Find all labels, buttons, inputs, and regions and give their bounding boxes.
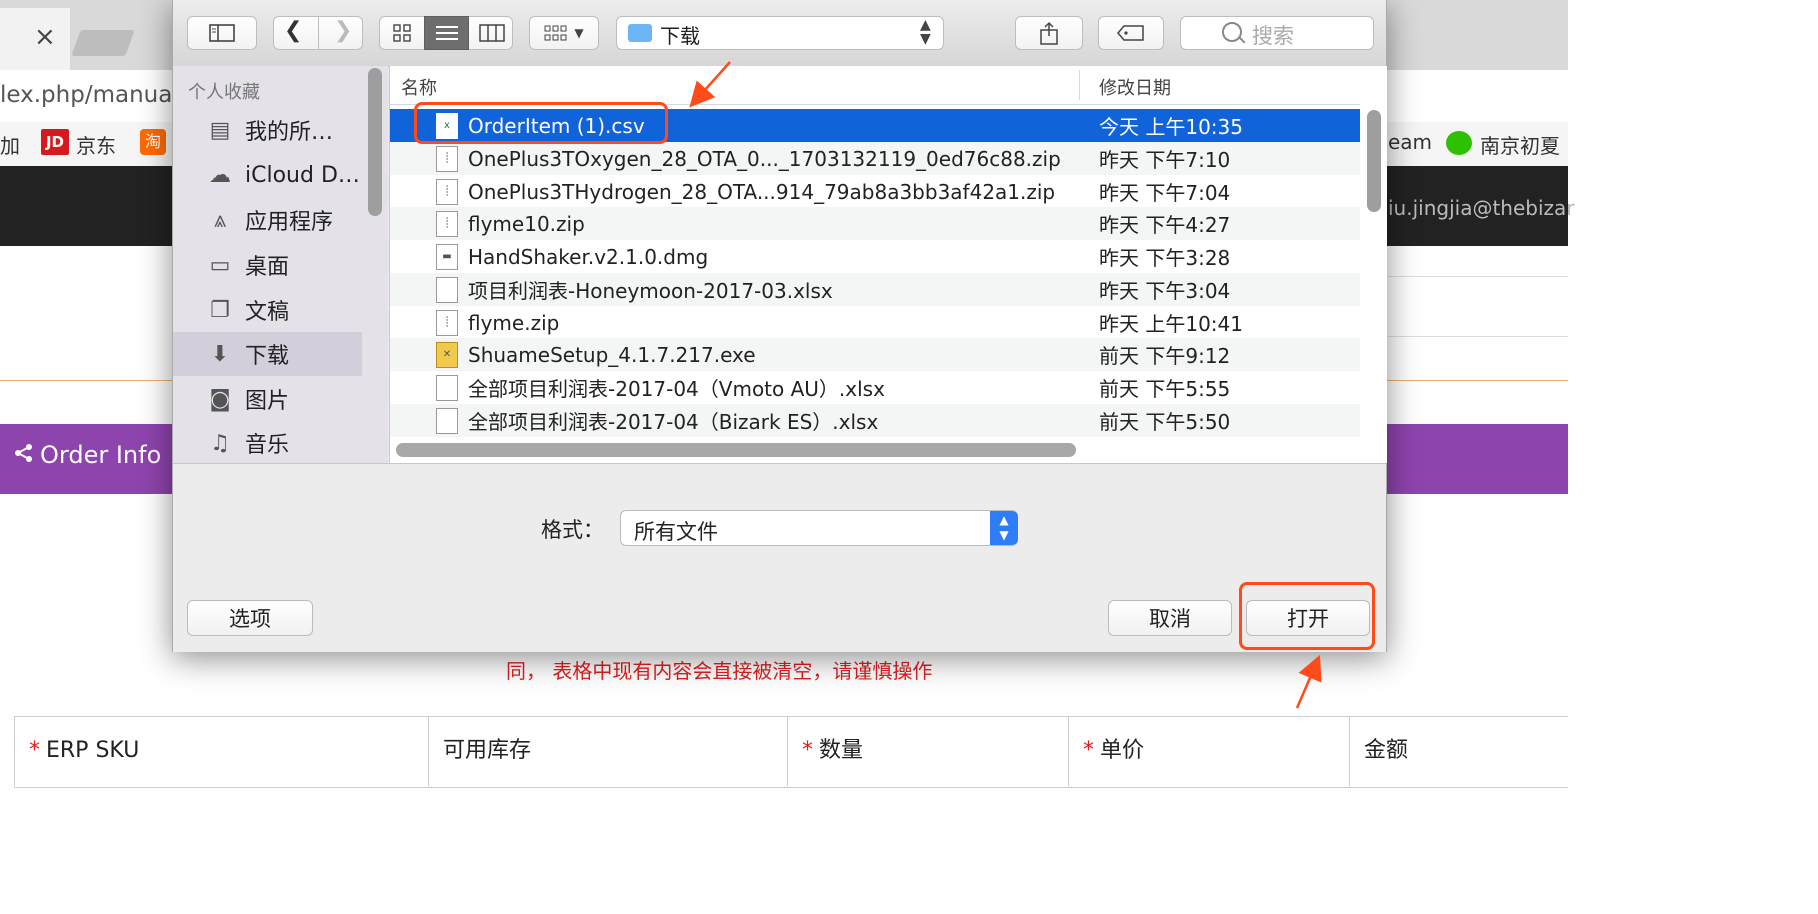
annotation-arrows [689, 61, 1322, 709]
annotation-arrow [1295, 654, 1322, 709]
annotation-arrow [689, 61, 731, 108]
